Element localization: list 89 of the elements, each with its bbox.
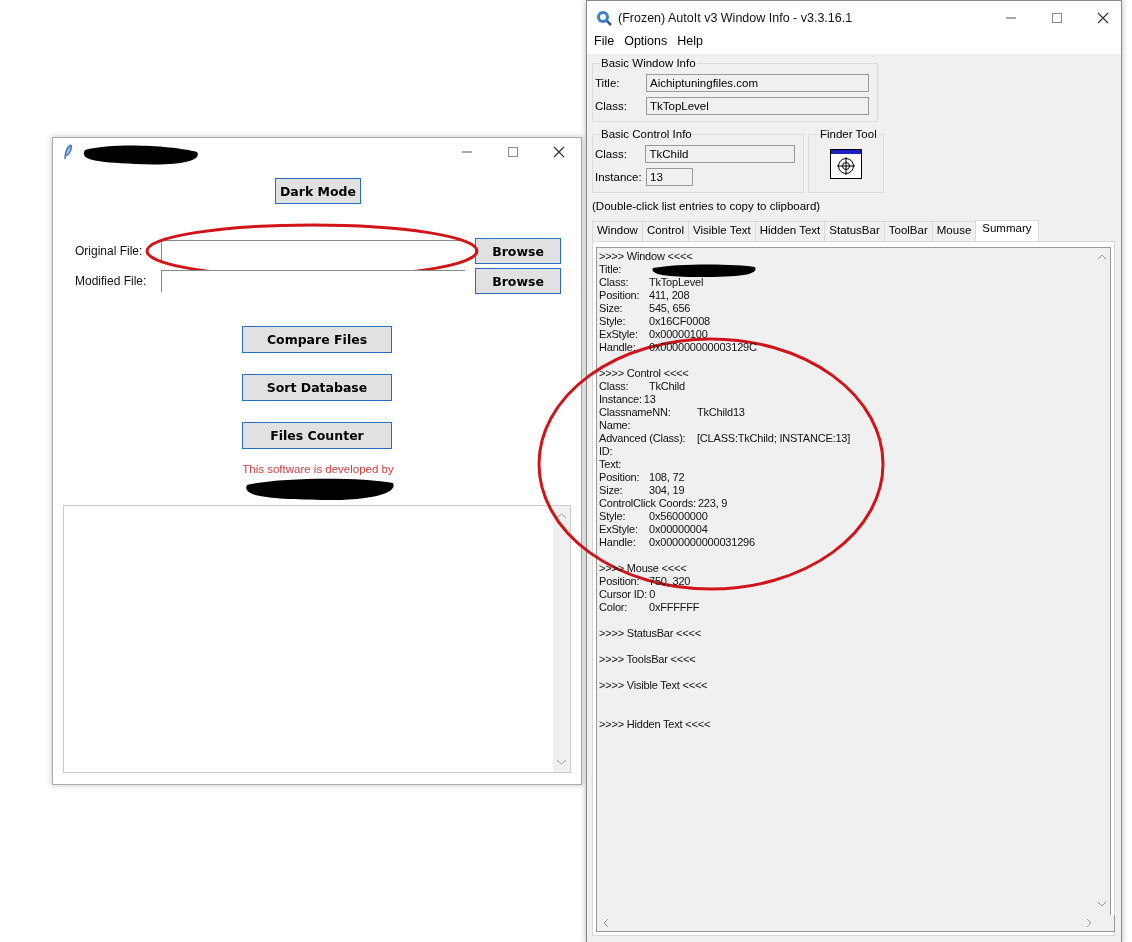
tab[interactable]: Visible Text bbox=[688, 221, 755, 241]
menu-item[interactable]: Options bbox=[624, 34, 668, 48]
summary-label: Class: bbox=[599, 380, 630, 393]
summary-value: 0x000000000003129C bbox=[649, 341, 757, 354]
summary-label: Class: bbox=[599, 276, 630, 289]
tab[interactable]: Control bbox=[641, 221, 688, 241]
action-button[interactable]: Compare Files bbox=[242, 326, 392, 353]
summary-value: [CLASS:TkChild; INSTANCE:13] bbox=[697, 432, 851, 445]
horizontal-scrollbar[interactable] bbox=[596, 915, 1115, 932]
summary-label: Name: bbox=[599, 419, 631, 432]
tab[interactable]: ToolBar bbox=[883, 221, 932, 241]
summary-heading: >>>> ToolsBar <<<< bbox=[599, 653, 696, 666]
summary-label: ExStyle: bbox=[599, 523, 639, 536]
summary-label: Instance: bbox=[599, 393, 642, 406]
summary-label: Cursor ID: bbox=[599, 588, 648, 601]
summary-label: ClassnameNN: bbox=[599, 406, 672, 419]
summary-label: Position: bbox=[599, 471, 641, 484]
credit-text: This software is developed by bbox=[241, 463, 395, 475]
tab[interactable]: Hidden Text bbox=[754, 221, 825, 241]
group-heading: Basic Control Info bbox=[600, 128, 693, 140]
feather-icon bbox=[63, 144, 73, 160]
maximize-icon[interactable] bbox=[507, 146, 519, 158]
summary-value: 223, 9 bbox=[697, 497, 728, 510]
tab[interactable]: Summary bbox=[975, 220, 1039, 241]
summary-label: Handle: bbox=[599, 341, 637, 354]
info-field[interactable]: Aichiptuningfiles.com bbox=[646, 74, 869, 92]
summary-value: TkTopLevel bbox=[649, 276, 704, 289]
menu-item[interactable]: Help bbox=[677, 34, 703, 48]
summary-label: Advanced (Class): bbox=[599, 432, 687, 445]
summary-value: 0x0000000000031296 bbox=[649, 536, 755, 549]
summary-label: ID: bbox=[599, 445, 613, 458]
summary-label: Handle: bbox=[599, 536, 637, 549]
summary-label: Position: bbox=[599, 289, 641, 302]
field-label: Instance: bbox=[595, 171, 643, 183]
summary-value: 0x00000100 bbox=[649, 328, 708, 341]
summary-label: Size: bbox=[599, 484, 624, 497]
summary-heading: >>>> Hidden Text <<<< bbox=[599, 718, 711, 731]
summary-heading: >>>> Window <<<< bbox=[599, 250, 693, 263]
summary-value: 304, 19 bbox=[649, 484, 685, 497]
summary-value: TkChild bbox=[649, 380, 685, 393]
dark-mode-button[interactable]: Dark Mode bbox=[275, 178, 361, 204]
vertical-scrollbar[interactable] bbox=[553, 506, 570, 772]
action-button[interactable]: Sort Database bbox=[242, 374, 392, 401]
summary-heading: >>>> StatusBar <<<< bbox=[599, 627, 701, 640]
summary-label: Style: bbox=[599, 510, 627, 523]
summary-value: 0x56000000 bbox=[649, 510, 708, 523]
summary-label: Color: bbox=[599, 601, 629, 614]
action-button[interactable]: Files Counter bbox=[242, 422, 392, 449]
summary-value: TkChild13 bbox=[697, 406, 745, 419]
field-label: Original File: bbox=[74, 244, 144, 258]
group-heading: Finder Tool bbox=[819, 128, 878, 140]
browse-button[interactable]: Browse bbox=[475, 238, 561, 264]
hint-text: (Double-click list entries to copy to clipboard) bbox=[592, 200, 822, 212]
maximize-icon[interactable] bbox=[1051, 11, 1063, 24]
tab[interactable]: Mouse bbox=[931, 221, 976, 241]
summary-label: ControlClick Coords: bbox=[599, 497, 696, 510]
magnifier-icon bbox=[596, 9, 612, 26]
summary-heading: >>>> Control <<<< bbox=[599, 367, 689, 380]
crosshair-icon[interactable] bbox=[830, 149, 862, 179]
summary-value: 0xFFFFFF bbox=[649, 601, 700, 614]
summary-value: 411, 208 bbox=[649, 289, 690, 302]
group-heading: Basic Window Info bbox=[600, 57, 697, 69]
summary-label: Position: bbox=[599, 575, 641, 588]
summary-value: 0x16CF0008 bbox=[649, 315, 710, 328]
summary-label: ExStyle: bbox=[599, 328, 639, 341]
summary-label: Text: bbox=[599, 458, 622, 471]
browse-button[interactable]: Browse bbox=[475, 268, 561, 294]
menu-item[interactable]: File bbox=[594, 34, 615, 48]
tab[interactable]: StatusBar bbox=[824, 221, 884, 241]
summary-value: 108, 72 bbox=[649, 471, 685, 484]
summary-value: 0x00000004 bbox=[649, 523, 708, 536]
tab[interactable]: Window bbox=[592, 221, 642, 241]
close-icon[interactable] bbox=[1097, 11, 1109, 24]
summary-value: 0 bbox=[649, 588, 656, 601]
field-label: Class: bbox=[595, 100, 628, 112]
summary-label: Size: bbox=[599, 302, 624, 315]
close-icon[interactable] bbox=[553, 146, 565, 158]
field-label: Title: bbox=[595, 77, 621, 89]
summary-value: 13 bbox=[643, 393, 656, 406]
info-field[interactable]: 13 bbox=[646, 168, 693, 186]
info-field[interactable]: TkTopLevel bbox=[646, 97, 869, 115]
summary-heading: >>>> Visible Text <<<< bbox=[599, 679, 708, 692]
summary-label: Style: bbox=[599, 315, 627, 328]
window-title: (Frozen) AutoIt v3 Window Info - v3.3.16.1 bbox=[618, 10, 853, 25]
summary-label: Title: bbox=[599, 263, 623, 276]
info-field[interactable]: TkChild bbox=[645, 145, 795, 163]
field-label: Modified File: bbox=[74, 274, 148, 288]
field-label: Class: bbox=[595, 148, 628, 160]
summary-value: 545, 656 bbox=[649, 302, 691, 315]
